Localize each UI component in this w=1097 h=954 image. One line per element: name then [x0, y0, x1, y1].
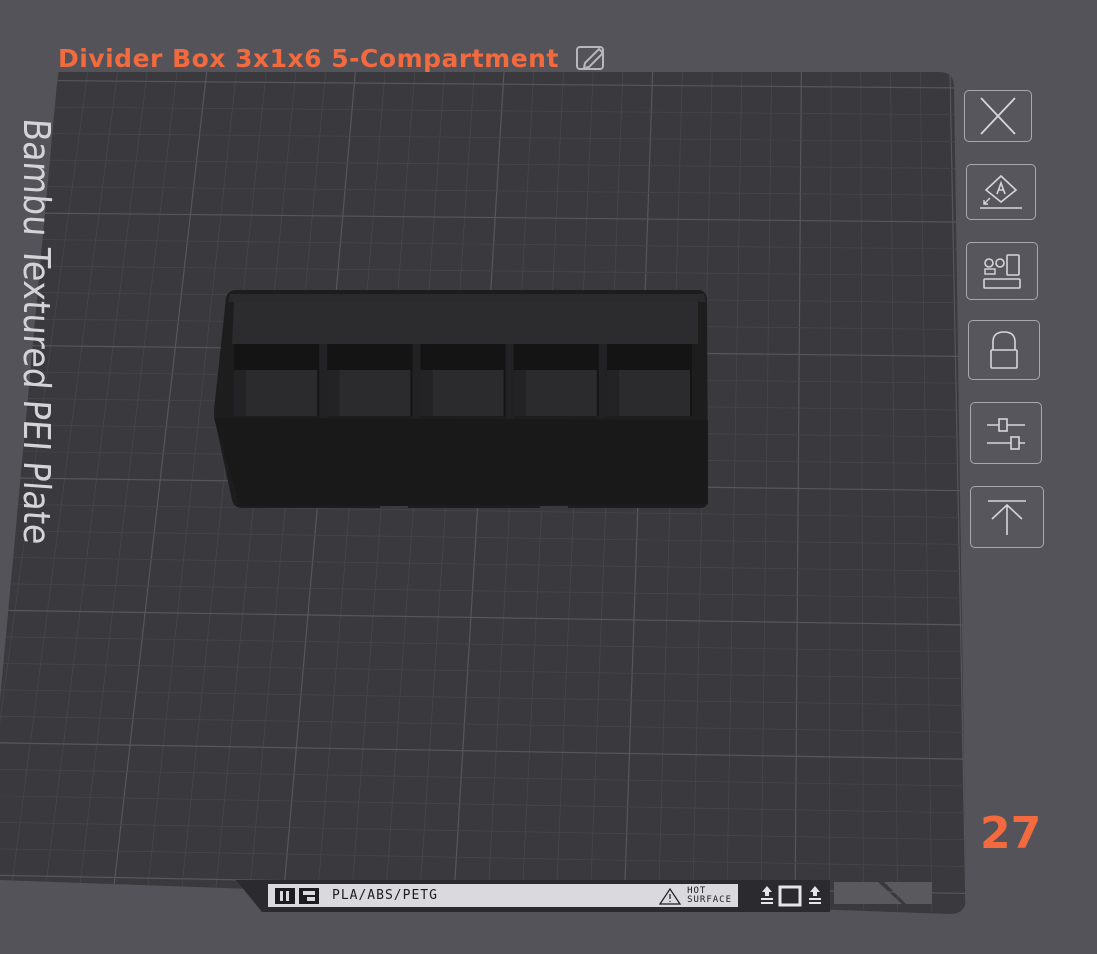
lock-plate-button[interactable] — [968, 320, 1040, 380]
divider-wall — [412, 344, 421, 418]
move-to-top-button[interactable] — [970, 486, 1044, 548]
box-foot — [380, 506, 408, 509]
hot-surface-text: HOT SURFACE — [687, 886, 732, 905]
box-rim — [228, 294, 706, 302]
printer-logo-icon — [275, 887, 319, 904]
bed-type-label: Bambu Textured PEI Plate — [15, 116, 58, 546]
grid-line — [0, 928, 970, 947]
box-foot — [540, 506, 568, 509]
compartment-side-5 — [606, 370, 619, 416]
compartment-floor-5 — [618, 370, 690, 416]
compartment-side-2 — [327, 370, 340, 416]
divider-wall — [319, 344, 328, 418]
plate-index: 27 — [980, 808, 1042, 859]
compartment-side-1 — [234, 370, 246, 416]
divider-wall — [598, 344, 607, 418]
box-back-wall — [232, 302, 698, 344]
auto-orient-icon — [980, 174, 1022, 209]
plate-settings-button[interactable] — [970, 402, 1042, 464]
divider-wall — [505, 344, 514, 418]
material-compatibility: PLA/ABS/PETG — [332, 888, 438, 903]
compartment-side-4 — [513, 370, 526, 416]
box-front-face — [214, 418, 708, 506]
plate-title-bar: Divider Box 3x1x6 5-Compartment — [58, 38, 609, 78]
hot-text-line2: SURFACE — [687, 894, 732, 905]
lock-icon — [990, 331, 1018, 369]
compartment-floor-4 — [525, 370, 597, 416]
bed-spec-strip: PLA/ABS/PETG HOT SURFACE — [268, 884, 738, 907]
arrange-button[interactable] — [966, 242, 1038, 300]
hot-surface-warning: HOT SURFACE — [659, 886, 732, 905]
compartment-floor-2 — [339, 370, 411, 416]
close-plate-button[interactable] — [964, 90, 1032, 142]
compartment-side-3 — [420, 370, 433, 416]
auto-orient-button[interactable] — [966, 164, 1036, 220]
settings-sliders-icon — [987, 418, 1025, 450]
divider-box-model[interactable] — [214, 290, 708, 509]
plate-title[interactable]: Divider Box 3x1x6 5-Compartment — [58, 44, 559, 73]
close-icon — [980, 97, 1016, 135]
move-to-top-icon — [988, 500, 1026, 535]
warning-triangle-icon — [659, 887, 682, 905]
edit-name-icon[interactable] — [575, 43, 609, 73]
plate-viewport[interactable] — [0, 0, 1097, 954]
compartment-floor-1 — [246, 370, 318, 416]
compartment-floor-3 — [432, 370, 504, 416]
arrange-icon — [983, 254, 1021, 289]
